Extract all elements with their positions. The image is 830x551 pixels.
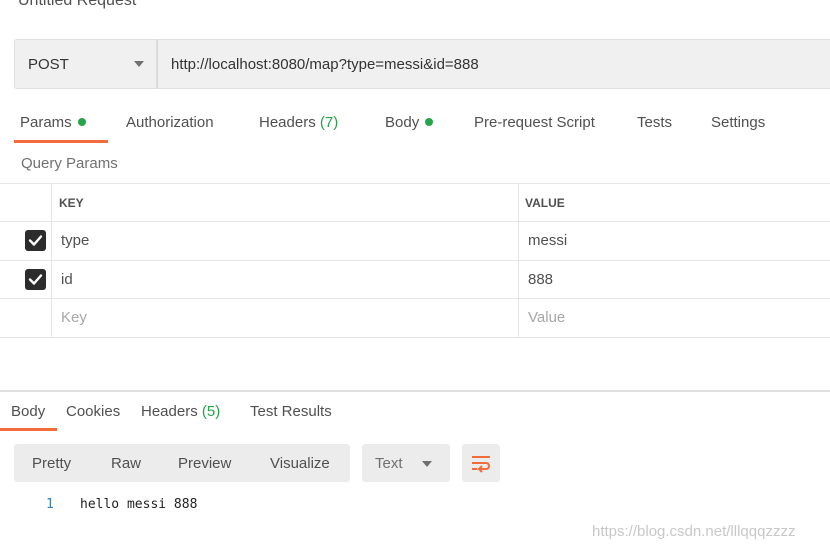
param-value-cell[interactable]: 888 [528, 271, 553, 288]
value-column-header: VALUE [525, 196, 565, 210]
tab-authorization[interactable]: Authorization [126, 114, 214, 131]
tab-label: Tests [637, 114, 673, 131]
tab-label: Cookies [66, 403, 121, 420]
checkmark-icon [28, 235, 43, 246]
visualize-button[interactable]: Visualize [270, 455, 330, 472]
tab-label: Settings [711, 114, 766, 131]
request-title[interactable]: Untitled Request [18, 0, 136, 10]
tab-label: Body [385, 114, 420, 131]
divider [0, 337, 830, 338]
pretty-button[interactable]: Pretty [32, 455, 71, 472]
tab-params[interactable]: Params [20, 114, 86, 131]
method-label: POST [28, 56, 69, 73]
status-dot-icon [425, 118, 434, 126]
active-tab-indicator [0, 428, 57, 431]
new-value-input[interactable]: Value [528, 309, 565, 326]
divider [518, 183, 519, 337]
preview-button[interactable]: Preview [178, 455, 231, 472]
line-number: 1 [46, 497, 54, 512]
divider [0, 221, 830, 222]
row-checkbox[interactable] [25, 269, 46, 290]
param-key-cell[interactable]: type [61, 232, 89, 249]
tab-label: Headers [259, 114, 316, 131]
request-tabs: Params Authorization Headers (7) Body Pr… [0, 104, 830, 144]
pane-resize-handle[interactable] [0, 390, 830, 392]
chevron-down-icon [134, 61, 144, 67]
checkmark-icon [28, 274, 43, 285]
format-label: Text [375, 455, 403, 472]
response-tab-test-results[interactable]: Test Results [250, 403, 332, 420]
tab-headers[interactable]: Headers (7) [259, 114, 338, 131]
response-body-text: hello messi 888 [80, 497, 198, 512]
tab-pre-request-script[interactable]: Pre-request Script [474, 114, 595, 131]
status-dot-icon [77, 118, 86, 126]
tab-label: Authorization [126, 114, 214, 131]
response-tab-body[interactable]: Body [11, 403, 45, 420]
active-tab-indicator [14, 140, 108, 143]
wrap-lines-button[interactable] [462, 444, 500, 482]
divider [51, 183, 52, 337]
watermark: https://blog.csdn.net/lllqqqzzzz [592, 523, 796, 540]
tab-label: Body [11, 403, 46, 420]
response-tab-cookies[interactable]: Cookies [66, 403, 120, 420]
param-key-cell[interactable]: id [61, 271, 73, 288]
format-select[interactable]: Text [362, 444, 450, 482]
key-column-header: KEY [59, 196, 84, 210]
raw-button[interactable]: Raw [111, 455, 141, 472]
wrap-lines-icon [472, 456, 490, 473]
headers-count-badge: (5) [201, 403, 221, 420]
param-value-cell[interactable]: messi [528, 232, 567, 249]
query-params-title: Query Params [21, 155, 118, 172]
request-bar: POST http://localhost:8080/map?type=mess… [14, 39, 830, 89]
tab-settings[interactable]: Settings [711, 114, 765, 131]
new-key-input[interactable]: Key [61, 309, 87, 326]
method-select[interactable]: POST [14, 39, 157, 89]
view-mode-group: Pretty Raw Preview Visualize [14, 444, 350, 482]
tab-label: Test Results [250, 403, 332, 420]
tab-body[interactable]: Body [385, 114, 434, 131]
url-text: http://localhost:8080/map?type=messi&id=… [171, 56, 479, 73]
tab-label: Params [20, 114, 72, 131]
divider [0, 298, 830, 299]
response-tab-headers[interactable]: Headers (5) [141, 403, 220, 420]
headers-count-badge: (7) [319, 114, 339, 131]
row-checkbox[interactable] [25, 230, 46, 251]
divider [0, 260, 830, 261]
tab-tests[interactable]: Tests [637, 114, 672, 131]
chevron-down-icon [422, 461, 432, 467]
tab-label: Headers [141, 403, 198, 420]
divider [0, 183, 830, 184]
tab-label: Pre-request Script [474, 114, 595, 131]
url-input[interactable]: http://localhost:8080/map?type=messi&id=… [157, 39, 830, 89]
